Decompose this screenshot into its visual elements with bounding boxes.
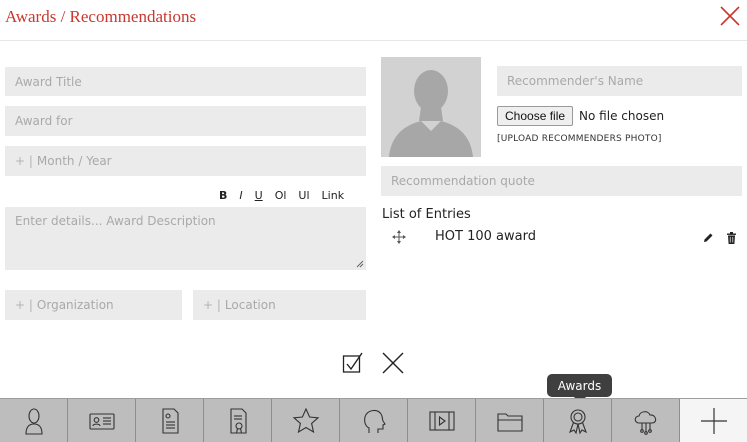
file-status: No file chosen [579,109,665,123]
award-description-textarea[interactable]: Enter details... Award Description [5,207,366,270]
file-input: Choose file No file chosen [497,106,664,126]
person-silhouette-icon [381,57,481,157]
award-title-placeholder: Award Title [15,74,82,89]
star-icon [292,407,319,434]
recommendation-quote-input[interactable]: Recommendation quote [381,166,742,196]
award-title-input[interactable]: Award Title [5,67,366,96]
list-item[interactable]: HOT 100 award [382,228,744,248]
location-add[interactable]: + | [203,298,221,312]
location-placeholder: Location [224,298,276,312]
nav-certificates[interactable] [204,399,272,442]
nav-contact[interactable] [68,399,136,442]
nav-add[interactable] [680,399,747,442]
page-title: Awards / Recommendations [5,7,197,26]
choose-file-button[interactable]: Choose file [497,106,574,126]
nav-awards[interactable] [544,399,612,442]
header: Awards / Recommendations [0,0,747,41]
nav-interests[interactable] [340,399,408,442]
nav-resume[interactable] [136,399,204,442]
month-year-input[interactable]: + | Month / Year [5,146,366,176]
nav-portfolio[interactable] [476,399,544,442]
award-for-input[interactable]: Award for [5,106,366,136]
bottom-nav [0,398,747,442]
person-icon [24,408,43,435]
link-button[interactable]: Link [322,189,345,202]
close-icon[interactable] [719,5,741,27]
certificate-icon [229,408,247,434]
italic-button[interactable]: I [239,189,242,202]
trash-icon[interactable] [726,232,737,244]
head-profile-icon [363,409,386,433]
unordered-list-button[interactable]: Ul [298,189,309,202]
award-ribbon-icon [568,409,587,435]
confirm-check-icon[interactable] [342,352,364,374]
nav-skills[interactable] [272,399,340,442]
award-description-placeholder: Enter details... Award Description [15,214,216,228]
pencil-icon[interactable] [702,232,714,244]
tooltip: Awards [547,374,612,403]
recommender-name-placeholder: Recommender's Name [507,74,644,88]
entries-title: List of Entries [382,207,471,222]
recommendation-quote-placeholder: Recommendation quote [391,174,535,188]
underline-button[interactable]: U [255,189,263,202]
recommender-photo-placeholder [381,57,481,157]
plus-icon [700,408,727,434]
document-icon [161,408,179,434]
nav-network[interactable] [612,399,680,442]
nav-media[interactable] [408,399,476,442]
resize-handle-icon[interactable] [356,260,364,268]
organization-add[interactable]: + | [15,298,33,312]
cloud-network-icon [634,411,656,435]
month-year-add[interactable]: + | [15,154,33,168]
move-icon[interactable] [392,230,406,244]
location-input[interactable]: + | Location [193,290,366,320]
film-icon [428,411,455,431]
cancel-x-icon[interactable] [382,352,404,374]
organization-input[interactable]: + | Organization [5,290,182,320]
nav-profile[interactable] [0,399,68,442]
organization-placeholder: Organization [36,298,114,312]
folder-icon [496,413,523,432]
upload-note: [UPLOAD RECOMMENDERS PHOTO] [497,134,662,144]
month-year-placeholder: Month / Year [36,154,112,168]
bold-button[interactable]: B [219,189,227,202]
id-card-icon [88,413,115,430]
award-for-placeholder: Award for [15,114,73,128]
rich-text-toolbar: B I U Ol Ul Link [219,189,356,202]
recommender-name-input[interactable]: Recommender's Name [497,66,742,96]
ordered-list-button[interactable]: Ol [275,189,287,202]
entry-label: HOT 100 award [435,229,536,244]
